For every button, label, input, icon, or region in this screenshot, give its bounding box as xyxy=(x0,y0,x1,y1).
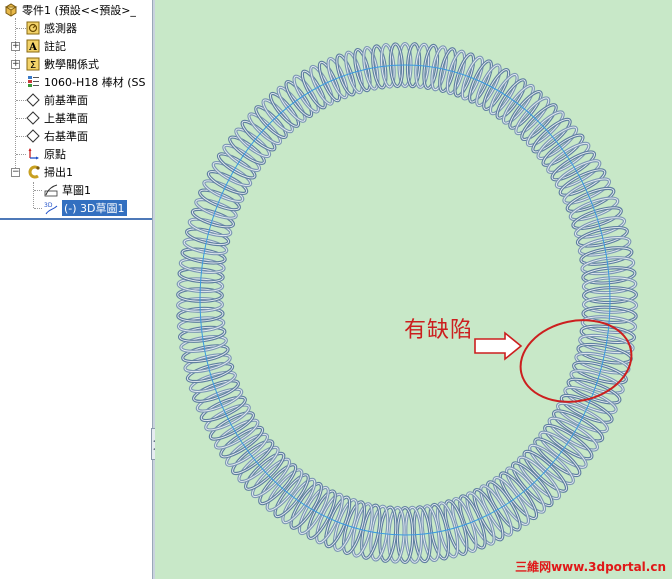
plane-icon xyxy=(26,129,40,143)
graphics-viewport[interactable]: 有缺陷 三維网www.3dportal.cn xyxy=(155,0,672,579)
tree-root[interactable]: 零件1 (預設<<預設>_ xyxy=(4,1,136,19)
plane-icon xyxy=(26,93,40,107)
tree-item-label-selected: (-) 3D草圖1 xyxy=(62,200,127,216)
tree-connector xyxy=(16,154,26,155)
tree-connector xyxy=(16,118,26,119)
svg-text:A: A xyxy=(28,42,37,53)
sketch-icon xyxy=(44,183,58,197)
tree-item-sketch1[interactable]: 草圖1 xyxy=(44,181,91,199)
sensor-icon xyxy=(26,21,40,35)
material-icon xyxy=(26,75,40,89)
tree-item-label: 感測器 xyxy=(44,22,77,35)
part-icon xyxy=(4,3,18,17)
tree-item-equations[interactable]: Σ 數學關係式 xyxy=(26,55,99,73)
tree-item-label: 上基準面 xyxy=(44,112,88,125)
sweep-icon xyxy=(26,165,40,179)
tree-root-label: 零件1 (預設<<預設>_ xyxy=(22,4,136,17)
equation-icon: Σ xyxy=(26,57,40,71)
tree-item-label: 數學關係式 xyxy=(44,58,99,71)
tree-item-sweep[interactable]: 掃出1 xyxy=(26,163,73,181)
tree-item-origin[interactable]: 原點 xyxy=(26,145,66,163)
tree-connector xyxy=(16,82,26,83)
3d-sketch-icon: 3D xyxy=(44,201,58,215)
tree-item-3d-sketch1[interactable]: 3D (-) 3D草圖1 xyxy=(44,199,127,217)
collapse-toggle[interactable]: − xyxy=(11,168,20,177)
tree-connector xyxy=(34,208,42,209)
tree-connector xyxy=(34,190,42,191)
tree-item-label: 1060-H18 棒材 (SS xyxy=(44,76,146,89)
tree-item-sensors[interactable]: 感測器 xyxy=(26,19,77,37)
tree-item-label: 掃出1 xyxy=(44,166,73,179)
spring-coils xyxy=(176,41,639,565)
tree-item-front-plane[interactable]: 前基準面 xyxy=(26,91,88,109)
tree-connector xyxy=(33,182,34,208)
tree-item-annotations[interactable]: A 註記 xyxy=(26,37,66,55)
tree-item-label: 草圖1 xyxy=(62,184,91,197)
annotation-arrow xyxy=(474,331,523,361)
tree-item-top-plane[interactable]: 上基準面 xyxy=(26,109,88,127)
tree-connector xyxy=(16,28,26,29)
defect-annotation-label: 有缺陷 xyxy=(404,318,474,343)
expand-toggle[interactable]: + xyxy=(11,42,20,51)
selection-divider xyxy=(0,218,152,220)
origin-icon xyxy=(26,147,40,161)
svg-text:Σ: Σ xyxy=(30,60,36,71)
spring-model[interactable] xyxy=(155,0,672,579)
watermark: 三維网www.3dportal.cn xyxy=(515,560,666,574)
tree-item-right-plane[interactable]: 右基準面 xyxy=(26,127,88,145)
tree-item-material[interactable]: 1060-H18 棒材 (SS xyxy=(26,73,145,91)
tree-item-label: 右基準面 xyxy=(44,130,88,143)
tree-item-label: 原點 xyxy=(44,148,66,161)
tree-connector xyxy=(16,136,26,137)
plane-icon xyxy=(26,111,40,125)
svg-text:3D: 3D xyxy=(44,202,53,209)
tree-item-label: 前基準面 xyxy=(44,94,88,107)
expand-toggle[interactable]: + xyxy=(11,60,20,69)
feature-manager-tree: 零件1 (預設<<預設>_ 感測器 + A 註記 + Σ 數學關係式 1060-… xyxy=(0,0,152,579)
tree-connector xyxy=(16,100,26,101)
annotation-icon: A xyxy=(26,39,40,53)
tree-item-label: 註記 xyxy=(44,40,66,53)
